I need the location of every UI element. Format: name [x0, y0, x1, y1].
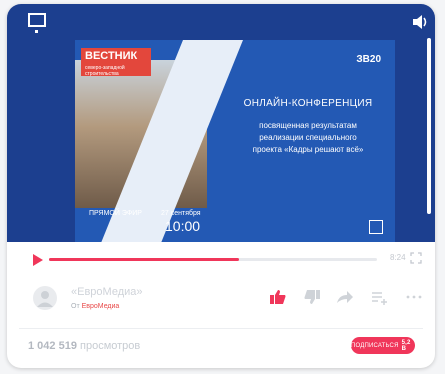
view-count: 1 042 519 просмотров	[28, 340, 140, 352]
brand-badge: ЗВ20	[356, 54, 381, 65]
video-thumbnail[interactable]: ВЕСТНИК северо-западной строительства ЗВ…	[75, 40, 395, 242]
conference-title: ОНЛАЙН-КОНФЕРЕНЦИЯ	[243, 98, 373, 109]
volume-level	[427, 38, 431, 214]
event-date: 27 сентября	[161, 210, 201, 217]
channel-name[interactable]: «ЕвроМедиа»	[71, 286, 143, 298]
description-line: посвященная результатам	[259, 121, 357, 130]
video-duration: 8:24	[390, 253, 406, 262]
fullscreen-icon[interactable]	[410, 252, 422, 264]
vestnik-logo: ВЕСТНИК северо-западной строительства	[81, 48, 151, 77]
event-time: 10:00	[165, 218, 201, 234]
divider	[19, 328, 423, 329]
video-player[interactable]: ВЕСТНИК северо-западной строительства ЗВ…	[7, 4, 435, 242]
qr-code-icon	[369, 220, 383, 234]
description-line: проекта «Кадры решают всё»	[252, 145, 364, 154]
channel-source: От ЕвроМедиа	[71, 303, 119, 310]
player-controls: 8:24	[7, 250, 435, 276]
views-number: 1 042 519	[28, 340, 77, 352]
channel-info: «ЕвроМедиа» От ЕвроМедиа	[7, 276, 435, 316]
logo-name: ВЕСТНИК	[85, 50, 138, 62]
live-label: ПРЯМОЙ ЭФИР	[89, 210, 142, 217]
views-label: просмотров	[80, 340, 141, 352]
share-icon[interactable]	[336, 289, 354, 305]
subscribe-label: ПОДПИСАТЬСЯ	[351, 342, 399, 349]
from-prefix: От	[71, 303, 80, 310]
video-card: ВЕСТНИК северо-западной строительства ЗВ…	[7, 4, 435, 368]
logo-tagline: северо-западной строительства	[85, 65, 125, 77]
more-icon[interactable]	[405, 289, 423, 305]
like-icon[interactable]	[269, 289, 287, 305]
subscriber-count: 5,2 В	[401, 339, 411, 352]
cast-icon[interactable]	[28, 13, 48, 35]
description-line: реализации специального	[259, 133, 357, 142]
conference-description: посвященная результатам реализации специ…	[223, 120, 393, 156]
volume-slider[interactable]	[427, 38, 431, 214]
source-link[interactable]: ЕвроМедиа	[82, 303, 120, 310]
subscribe-button[interactable]: ПОДПИСАТЬСЯ 5,2 В	[351, 337, 415, 354]
play-icon[interactable]	[33, 254, 43, 266]
progress-fill	[49, 258, 240, 261]
dislike-icon[interactable]	[303, 289, 321, 305]
add-to-playlist-icon[interactable]	[371, 289, 389, 305]
avatar-icon[interactable]	[33, 286, 57, 310]
progress-bar[interactable]	[49, 258, 377, 261]
volume-icon[interactable]	[412, 14, 430, 30]
